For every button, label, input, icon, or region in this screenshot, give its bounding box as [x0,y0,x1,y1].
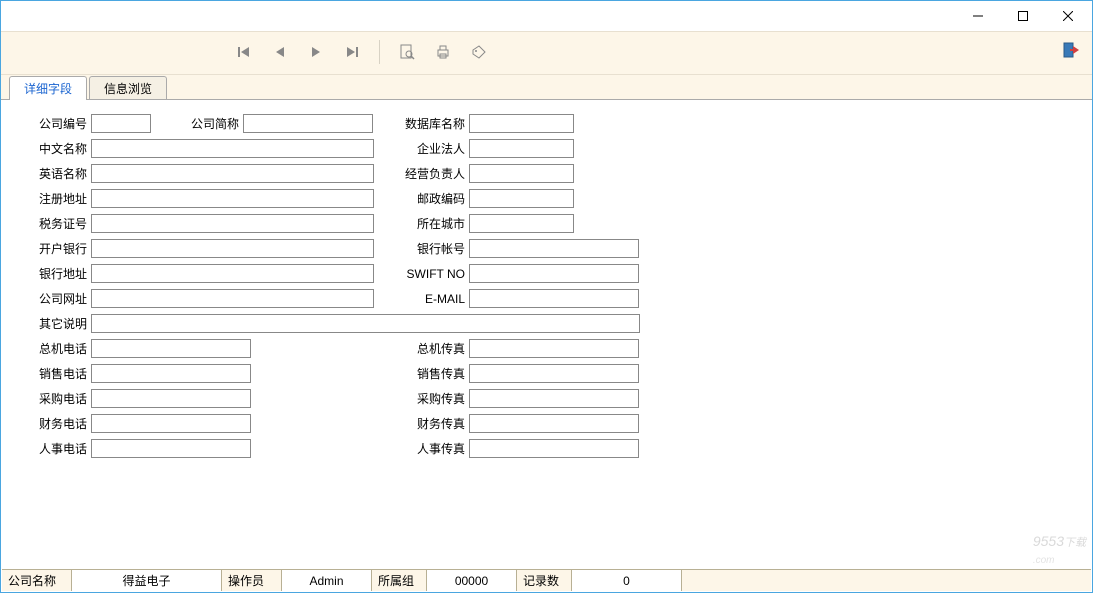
input-fin-phone[interactable] [91,414,251,433]
label-reg-address: 注册地址 [35,190,91,207]
close-button[interactable] [1045,2,1090,30]
status-company-name: 得益电子 [72,570,222,591]
label-other-note: 其它说明 [35,315,91,332]
watermark: 9553下载.com [1033,533,1086,566]
status-records: 0 [572,570,682,591]
label-bank: 开户银行 [35,240,91,257]
input-manager[interactable] [469,164,574,183]
label-company-abbr: 公司简称 [187,115,243,132]
exit-button[interactable] [1062,40,1084,62]
toolbar-separator [379,40,380,64]
input-company-abbr[interactable] [243,114,373,133]
tag-button[interactable] [468,41,490,63]
minimize-button[interactable] [955,2,1000,30]
label-email: E-MAIL [405,292,469,306]
status-company-name-label: 公司名称 [2,570,72,591]
input-bank-addr[interactable] [91,264,374,283]
input-website[interactable] [91,289,374,308]
label-chinese-name: 中文名称 [35,140,91,157]
input-main-phone[interactable] [91,339,251,358]
tab-detail[interactable]: 详细字段 [9,76,87,100]
status-bar: 公司名称 得益电子 操作员 Admin 所属组 00000 记录数 0 [2,569,1091,591]
label-main-fax: 总机传真 [405,340,469,357]
input-hr-phone[interactable] [91,439,251,458]
input-english-name[interactable] [91,164,374,183]
input-company-id[interactable] [91,114,151,133]
title-bar [1,1,1092,31]
tab-browse[interactable]: 信息浏览 [89,76,167,100]
input-reg-address[interactable] [91,189,374,208]
label-purch-phone: 采购电话 [35,390,91,407]
label-bank-addr: 银行地址 [35,265,91,282]
label-website: 公司网址 [35,290,91,307]
status-records-label: 记录数 [517,570,572,591]
label-swift: SWIFT NO [405,267,469,281]
input-purch-phone[interactable] [91,389,251,408]
status-group-label: 所属组 [372,570,427,591]
input-other-note[interactable] [91,314,640,333]
input-swift[interactable] [469,264,639,283]
label-manager: 经营负责人 [405,165,469,182]
status-operator-label: 操作员 [222,570,282,591]
label-tax-no: 税务证号 [35,215,91,232]
input-sales-fax[interactable] [469,364,639,383]
maximize-button[interactable] [1000,2,1045,30]
preview-button[interactable] [396,41,418,63]
label-english-name: 英语名称 [35,165,91,182]
input-bank-acct[interactable] [469,239,639,258]
label-bank-acct: 银行帐号 [405,240,469,257]
status-operator: Admin [282,570,372,591]
last-record-button[interactable] [341,41,363,63]
input-db-name[interactable] [469,114,574,133]
input-legal-person[interactable] [469,139,574,158]
input-postcode[interactable] [469,189,574,208]
label-legal-person: 企业法人 [405,140,469,157]
form-panel: 公司编号 公司简称 数据库名称 中文名称 企业法人 英语名称 经营负责人 [1,99,1092,569]
first-record-button[interactable] [233,41,255,63]
label-postcode: 邮政编码 [405,190,469,207]
prev-record-button[interactable] [269,41,291,63]
label-db-name: 数据库名称 [405,115,469,132]
label-purch-fax: 采购传真 [405,390,469,407]
input-chinese-name[interactable] [91,139,374,158]
input-tax-no[interactable] [91,214,374,233]
input-fin-fax[interactable] [469,414,639,433]
tab-bar: 详细字段 信息浏览 [1,75,1092,99]
label-main-phone: 总机电话 [35,340,91,357]
toolbar [1,31,1092,75]
input-bank[interactable] [91,239,374,258]
label-sales-fax: 销售传真 [405,365,469,382]
input-purch-fax[interactable] [469,389,639,408]
label-city: 所在城市 [405,215,469,232]
next-record-button[interactable] [305,41,327,63]
label-sales-phone: 销售电话 [35,365,91,382]
label-fin-phone: 财务电话 [35,415,91,432]
label-company-id: 公司编号 [35,115,91,132]
input-hr-fax[interactable] [469,439,639,458]
input-sales-phone[interactable] [91,364,251,383]
input-email[interactable] [469,289,639,308]
label-hr-fax: 人事传真 [405,440,469,457]
label-fin-fax: 财务传真 [405,415,469,432]
input-city[interactable] [469,214,574,233]
print-button[interactable] [432,41,454,63]
label-hr-phone: 人事电话 [35,440,91,457]
input-main-fax[interactable] [469,339,639,358]
status-group: 00000 [427,570,517,591]
